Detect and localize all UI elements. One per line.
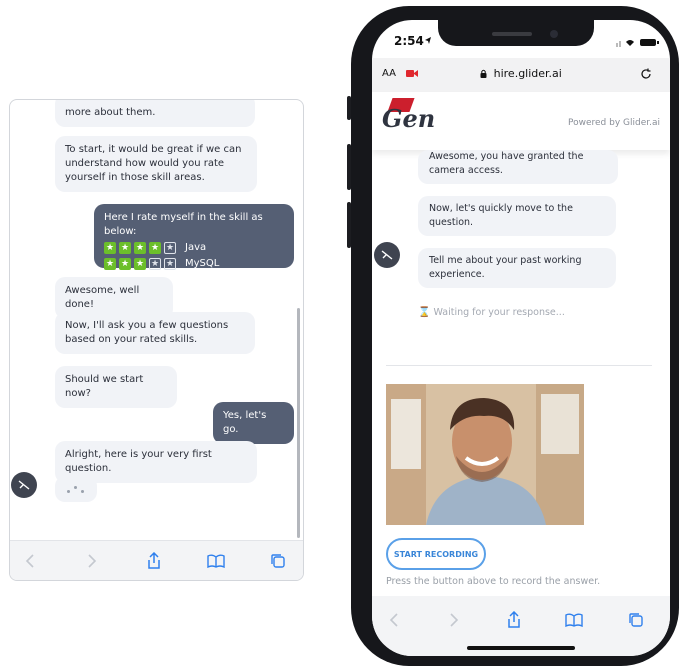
waiting-status: ⌛ Waiting for your response...: [418, 307, 565, 318]
star-empty-icon: ★: [164, 242, 176, 254]
camera-preview: [386, 384, 584, 525]
skill-name: Java: [185, 242, 207, 253]
star-filled-icon: ★: [104, 242, 116, 254]
home-indicator[interactable]: [467, 646, 575, 650]
reload-icon[interactable]: [640, 68, 652, 80]
share-icon[interactable]: [144, 551, 164, 571]
chat-message: To start, it would be great if we can un…: [55, 136, 257, 192]
star-filled-icon: ★: [104, 258, 116, 270]
url-text: hire.glider.ai: [493, 67, 562, 80]
waiting-text: Waiting for your response...: [433, 307, 565, 318]
skill-rating-row: ★ ★ ★ ★ ★ MySQL: [104, 257, 284, 271]
chat-message: Now, let's quickly move to the question.: [418, 196, 616, 236]
message-text: more about them.: [65, 107, 156, 118]
message-text: Yes, let's go.: [223, 410, 267, 435]
phone-side-button: [347, 144, 351, 190]
browser-toolbar: [10, 540, 303, 580]
message-text: Should we start now?: [65, 374, 144, 399]
message-text: Now, I'll ask you a few questions based …: [65, 320, 229, 345]
phone-notch: [438, 20, 594, 46]
star-filled-icon: ★: [119, 258, 131, 270]
status-time: 2:54: [394, 34, 424, 48]
forward-icon[interactable]: [82, 551, 102, 571]
message-text: To start, it would be great if we can un…: [65, 144, 242, 183]
bookmarks-icon[interactable]: [564, 610, 584, 630]
bot-icon: [381, 250, 393, 260]
chat-message: more about them.: [55, 100, 255, 127]
start-recording-button[interactable]: START RECORDING: [386, 538, 486, 570]
message-text: Alright, here is your very first questio…: [65, 449, 212, 474]
site-header: Gen Powered by Glider.ai: [372, 92, 670, 150]
powered-by-text: Powered by Glider.ai: [568, 118, 660, 128]
user-message: Yes, let's go.: [213, 402, 294, 444]
hourglass-icon: ⌛: [418, 307, 431, 318]
recording-hint: Press the button above to record the ans…: [386, 576, 601, 587]
phone-side-button: [347, 96, 351, 120]
user-message: Here I rate myself in the skill as below…: [94, 204, 294, 271]
skill-name: MySQL: [185, 258, 220, 269]
star-filled-icon: ★: [119, 242, 131, 254]
chat-message: Now, I'll ask you a few questions based …: [55, 312, 255, 354]
phone-screen: 2:54 AA hire.glider.ai Gen Powered by Gl…: [372, 20, 670, 656]
bot-icon: [18, 480, 30, 490]
chat-card: more about them. To start, it would be g…: [9, 99, 304, 581]
chat-scroll-area[interactable]: more about them. To start, it would be g…: [10, 100, 303, 540]
browser-toolbar: [372, 596, 670, 656]
share-icon[interactable]: [504, 610, 524, 630]
person-photo: [386, 384, 584, 525]
star-empty-icon: ★: [149, 258, 161, 270]
message-text: Now, let's quickly move to the question.: [429, 203, 573, 228]
star-empty-icon: ★: [164, 258, 176, 270]
skill-rating-row: ★ ★ ★ ★ ★ Java: [104, 241, 284, 255]
company-logo: Gen: [382, 104, 436, 133]
address-bar[interactable]: AA hire.glider.ai: [372, 58, 670, 92]
forward-icon[interactable]: [444, 610, 464, 630]
scrollbar[interactable]: [297, 308, 300, 538]
chat-message: Should we start now?: [55, 366, 177, 408]
message-text: Awesome, well done!: [65, 285, 140, 310]
status-icons: [616, 39, 659, 47]
bot-avatar: [374, 242, 400, 268]
url-field[interactable]: hire.glider.ai: [372, 67, 670, 80]
lock-icon: [480, 69, 487, 78]
message-text: Here I rate myself in the skill as below…: [104, 212, 263, 237]
tabs-icon[interactable]: [268, 551, 288, 571]
chat-message: Tell me about your past working experien…: [418, 248, 616, 288]
star-filled-icon: ★: [134, 258, 146, 270]
divider: [386, 365, 652, 366]
bookmarks-icon[interactable]: [206, 551, 226, 571]
location-icon: [425, 37, 431, 44]
typing-indicator: [55, 476, 97, 502]
message-text: Awesome, you have granted the camera acc…: [429, 151, 584, 176]
star-filled-icon: ★: [149, 242, 161, 254]
tabs-icon[interactable]: [626, 610, 646, 630]
chat-message: Awesome, you have granted the camera acc…: [418, 150, 618, 184]
back-icon[interactable]: [20, 551, 40, 571]
phone-side-button: [347, 202, 351, 248]
back-icon[interactable]: [384, 610, 404, 630]
message-text: Tell me about your past working experien…: [429, 255, 582, 280]
star-filled-icon: ★: [134, 242, 146, 254]
bot-avatar: [11, 472, 37, 498]
